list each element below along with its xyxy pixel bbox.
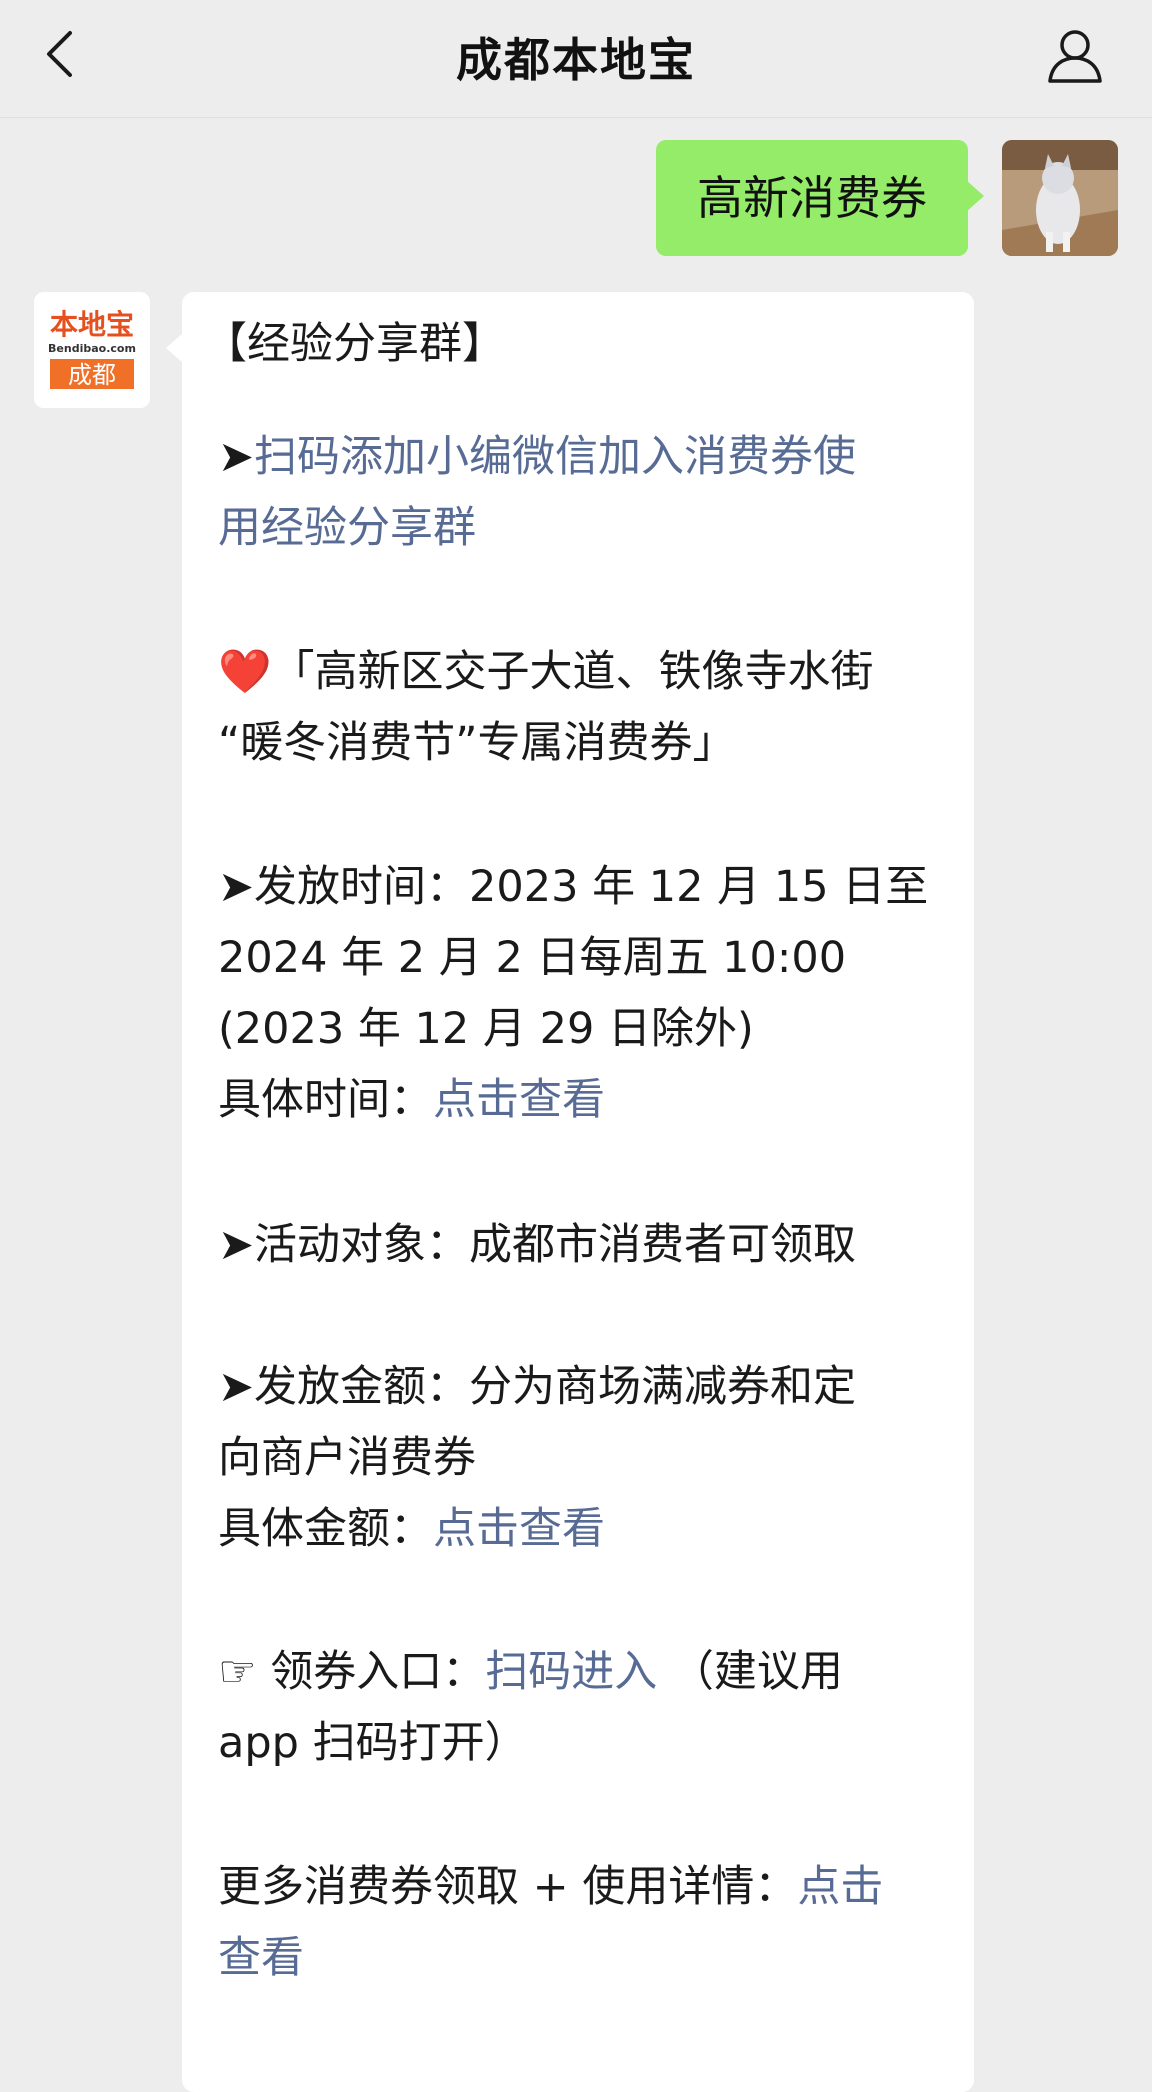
incoming-message-bubble: 【经验分享群】 ➤扫码添加小编微信加入消费券使 用经验分享群 ❤️「高新区交子大… [166,292,974,2092]
outgoing-message-bubble[interactable]: 高新消费券 [656,140,984,256]
amount-line1: 发放金额：分为商场满减券和定 [254,1362,857,1412]
time-detail-label: 具体时间： [218,1075,433,1125]
more-info-link-cont[interactable]: 查看 [218,1933,304,1983]
entry-label: 领券入口： [270,1647,486,1697]
scan-entry-link[interactable]: 扫码进入 [485,1647,657,1697]
top-nav-bar: 成都本地宝 [0,0,1152,118]
arrow-bullet-icon: ➤ [218,862,255,912]
entry-line2: app 扫码打开） [218,1718,528,1768]
add-wechat-link[interactable]: 扫码添加小编微信加入消费券使 [254,432,856,482]
message-heading: 【经验分享群】 [204,319,505,369]
time-detail-link[interactable]: 点击查看 [433,1075,605,1125]
heart-icon: ❤️ [218,647,272,697]
pointing-hand-icon: ☞ [218,1647,257,1697]
coupon-title-paragraph: ❤️「高新区交子大道、铁像寺水街 “暖冬消费节”专属消费券」 [218,637,948,779]
target-audience-text: 活动对象：成都市消费者可领取 [254,1220,857,1270]
release-time-line1: 发放时间：2023 年 12 月 15 日至 [254,862,929,912]
coupon-title-line1: 「高新区交子大道、铁像寺水街 [271,647,874,697]
amount-detail-link[interactable]: 点击查看 [433,1504,605,1554]
chat-title: 成都本地宝 [456,33,696,87]
amount-paragraph: ➤发放金额：分为商场满减券和定 向商户消费券 具体金额：点击查看 [218,1352,948,1565]
avatar-domain-text: Bendibao.com [48,342,136,355]
user-avatar[interactable] [1002,140,1118,256]
amount-line2: 向商户消费券 [218,1433,476,1483]
more-info-link[interactable]: 点击 [797,1862,883,1912]
avatar-city-text: 成都 [68,361,116,389]
arrow-bullet-icon: ➤ [218,432,255,482]
entry-paragraph: ☞ 领券入口：扫码进入 （建议用 app 扫码打开） [218,1637,948,1779]
profile-button[interactable] [1042,22,1108,88]
entry-suffix: （建议用 [670,1647,843,1697]
release-time-line2: 2024 年 2 月 2 日每周五 10:00 [218,933,847,983]
coupon-title-line2: “暖冬消费节”专属消费券」 [218,718,736,768]
person-icon [1048,30,1102,83]
arrow-bullet-icon: ➤ [218,1220,255,1270]
wechat-group-paragraph: ➤扫码添加小编微信加入消费券使 用经验分享群 [218,422,948,564]
more-info-paragraph: 更多消费券领取 + 使用详情：点击 查看 [218,1852,948,1994]
target-audience-paragraph: ➤活动对象：成都市消费者可领取 [218,1210,948,1281]
avatar-brand-text: 本地宝 [50,308,134,341]
official-account-avatar[interactable]: 本地宝 Bendibao.com 成都 [34,292,150,408]
arrow-bullet-icon: ➤ [218,1362,255,1412]
release-time-line3: (2023 年 12 月 29 日除外) [218,1004,754,1054]
add-wechat-link-cont[interactable]: 用经验分享群 [218,503,476,553]
amount-detail-label: 具体金额： [218,1504,433,1554]
release-time-paragraph: ➤发放时间：2023 年 12 月 15 日至 2024 年 2 月 2 日每周… [218,852,948,1136]
more-info-label: 更多消费券领取 + 使用详情： [218,1862,798,1912]
